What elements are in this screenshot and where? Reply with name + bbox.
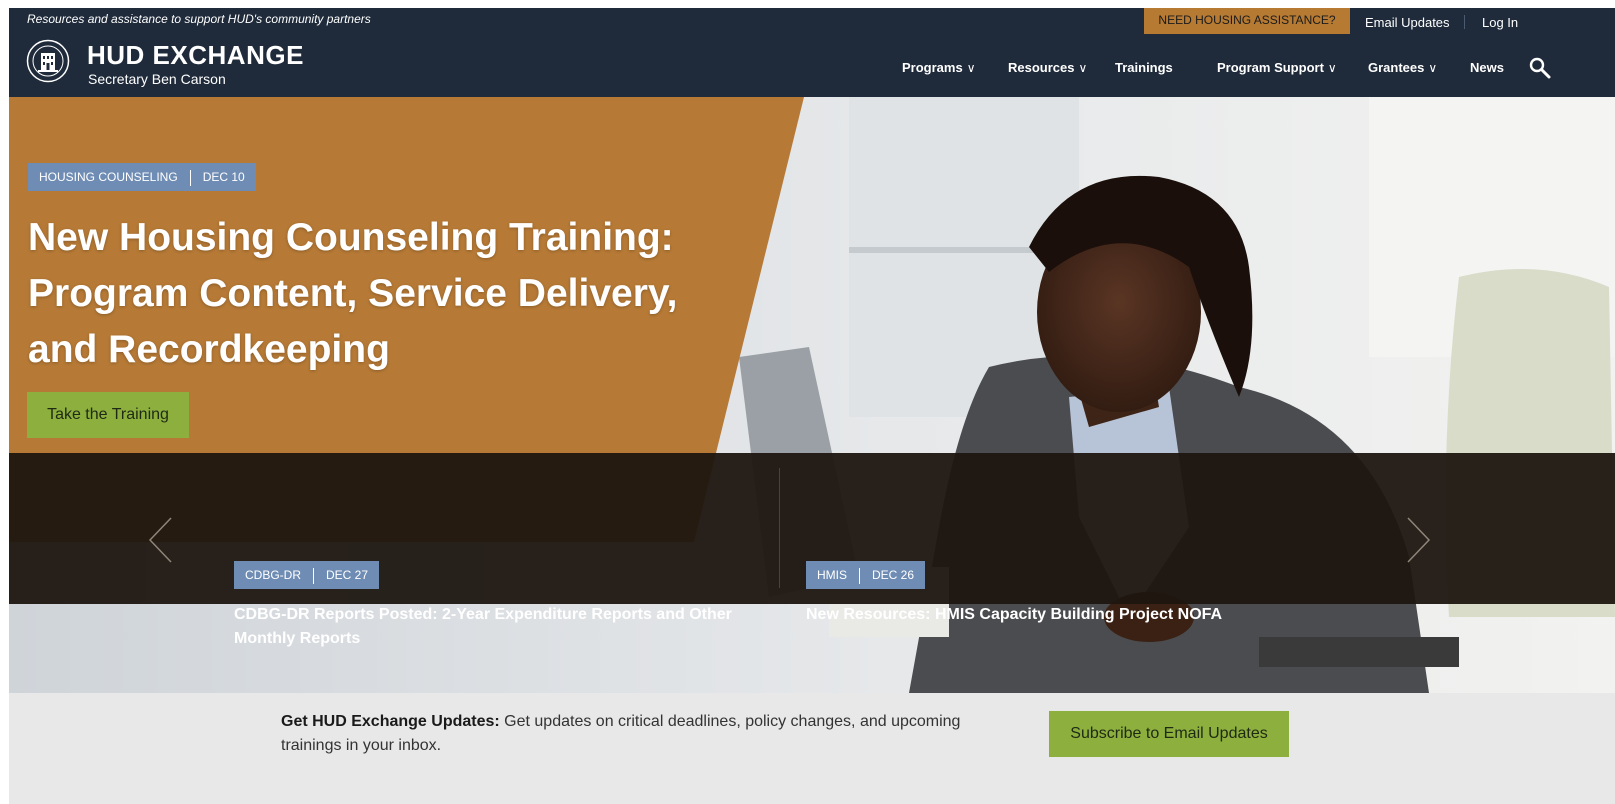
- updates-description: Get HUD Exchange Updates: Get updates on…: [281, 710, 1021, 758]
- site-logo-title[interactable]: HUD EXCHANGE: [87, 40, 304, 71]
- carousel-next-arrow-icon[interactable]: [1402, 516, 1432, 564]
- news-item-2-title[interactable]: New Resources: HMIS Capacity Building Pr…: [806, 603, 1366, 627]
- chevron-down-icon: ∨: [1078, 61, 1088, 75]
- nav-grantees[interactable]: Grantees ∨: [1368, 60, 1437, 75]
- news-item-2-tag[interactable]: HMIS DEC 26: [806, 561, 926, 589]
- site-header: Resources and assistance to support HUD'…: [9, 8, 1615, 97]
- need-housing-assistance-button[interactable]: NEED HOUSING ASSISTANCE?: [1144, 8, 1350, 34]
- nav-news[interactable]: News: [1470, 60, 1504, 75]
- chevron-down-icon: ∨: [1428, 61, 1438, 75]
- nav-program-support[interactable]: Program Support ∨: [1217, 60, 1337, 75]
- news-item-1-tag[interactable]: CDBG-DR DEC 27: [234, 561, 380, 589]
- nav-programs[interactable]: Programs ∨: [902, 60, 976, 75]
- subscribe-email-updates-button[interactable]: Subscribe to Email Updates: [1049, 711, 1289, 757]
- nav-trainings[interactable]: Trainings: [1115, 60, 1173, 75]
- search-icon[interactable]: [1528, 56, 1552, 80]
- top-links-divider: [1464, 15, 1465, 29]
- email-updates-link[interactable]: Email Updates: [1365, 15, 1450, 30]
- updates-heading: Get HUD Exchange Updates:: [281, 713, 500, 730]
- hero-category-tag[interactable]: HOUSING COUNSELING DEC 10: [28, 163, 256, 191]
- email-updates-banner: Get HUD Exchange Updates: Get updates on…: [9, 693, 1615, 804]
- page-frame: Resources and assistance to support HUD'…: [9, 8, 1615, 804]
- hero-title[interactable]: New Housing Counseling Training: Program…: [28, 210, 748, 378]
- nav-resources[interactable]: Resources ∨: [1008, 60, 1087, 75]
- chevron-down-icon: ∨: [1327, 61, 1337, 75]
- news-strip-divider: [779, 468, 780, 588]
- header-tagline: Resources and assistance to support HUD'…: [27, 12, 371, 26]
- take-the-training-button[interactable]: Take the Training: [27, 392, 189, 438]
- news-item-1-title[interactable]: CDBG-DR Reports Posted: 2-Year Expenditu…: [234, 603, 764, 651]
- carousel-prev-arrow-icon[interactable]: [147, 516, 177, 564]
- hud-seal-icon[interactable]: [26, 39, 70, 83]
- chevron-down-icon: ∨: [966, 61, 976, 75]
- site-logo-subtitle: Secretary Ben Carson: [88, 71, 226, 87]
- log-in-link[interactable]: Log In: [1482, 15, 1518, 30]
